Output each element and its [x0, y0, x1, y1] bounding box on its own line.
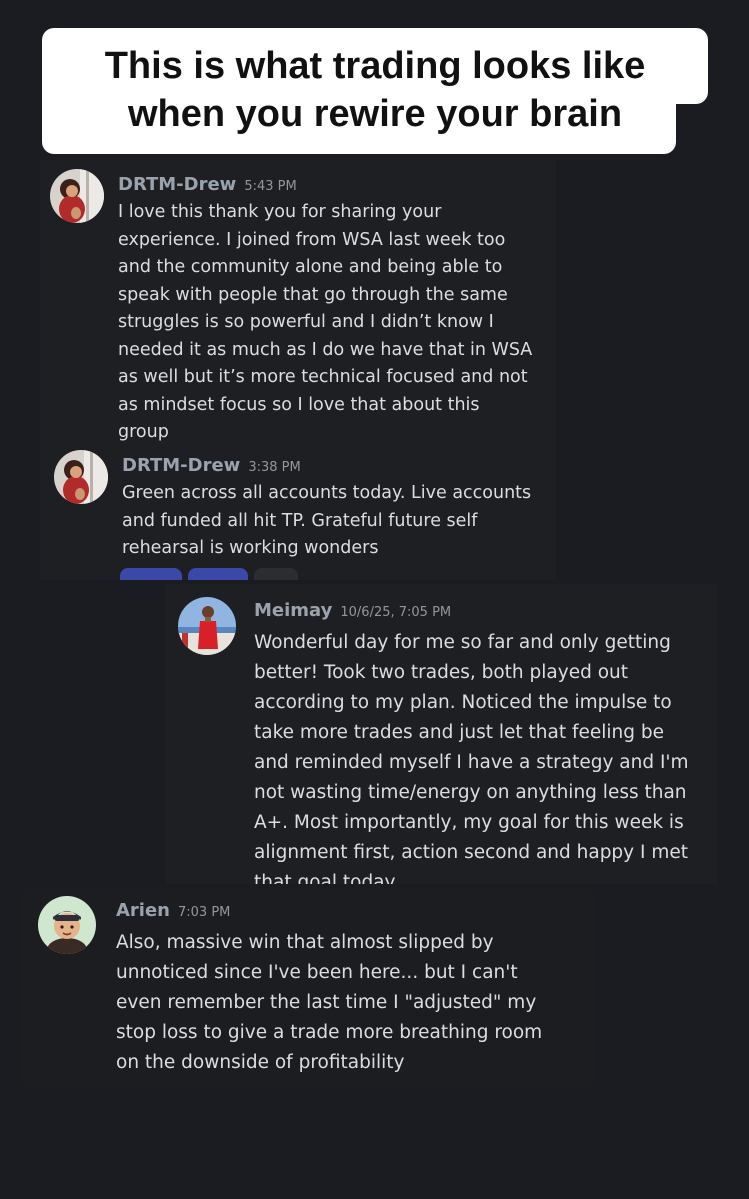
message-text: Green across all accounts today. Live ac… [122, 483, 532, 558]
message-header: Meimay 10/6/25, 7:05 PM [254, 600, 451, 621]
add-reaction-button[interactable] [254, 568, 298, 580]
message-header: DRTM-Drew 5:43 PM [118, 174, 297, 195]
message-text: Also, massive win that almost slipped by… [116, 932, 543, 1073]
username[interactable]: DRTM-Drew [118, 174, 236, 195]
reaction-chip[interactable] [120, 568, 182, 580]
chat-screenshot-2: Meimay 10/6/25, 7:05 PM Wonderful day for… [166, 584, 718, 884]
message-text: I love this thank you for sharing your e… [118, 202, 533, 442]
timestamp: 7:03 PM [178, 905, 231, 920]
message-text: Wonderful day for me so far and only get… [254, 632, 689, 884]
timestamp: 5:43 PM [244, 179, 297, 194]
headline-line-1: This is what trading looks like [104, 45, 646, 87]
headline-banner: This is what trading looks like when you … [42, 28, 708, 154]
chat-screenshot-1: DRTM-Drew 5:43 PM I love this thank you f… [40, 160, 556, 580]
username[interactable]: DRTM-Drew [122, 455, 240, 476]
avatar[interactable] [54, 450, 108, 504]
timestamp: 3:38 PM [248, 460, 301, 475]
headline-line-2: when you rewire your brain [127, 93, 623, 135]
username[interactable]: Arien [116, 900, 170, 921]
chat-screenshot-3: Arien 7:03 PM Also, massive win that almo… [22, 890, 594, 1086]
avatar[interactable] [50, 169, 104, 223]
message-header: DRTM-Drew 3:38 PM [122, 455, 301, 476]
avatar[interactable] [38, 896, 96, 954]
message-header: Arien 7:03 PM [116, 900, 230, 921]
avatar[interactable] [178, 597, 236, 655]
timestamp: 10/6/25, 7:05 PM [340, 605, 452, 620]
reaction-chip[interactable] [188, 568, 248, 580]
username[interactable]: Meimay [254, 600, 332, 621]
headline-title: This is what trading looks like when you … [42, 42, 708, 138]
